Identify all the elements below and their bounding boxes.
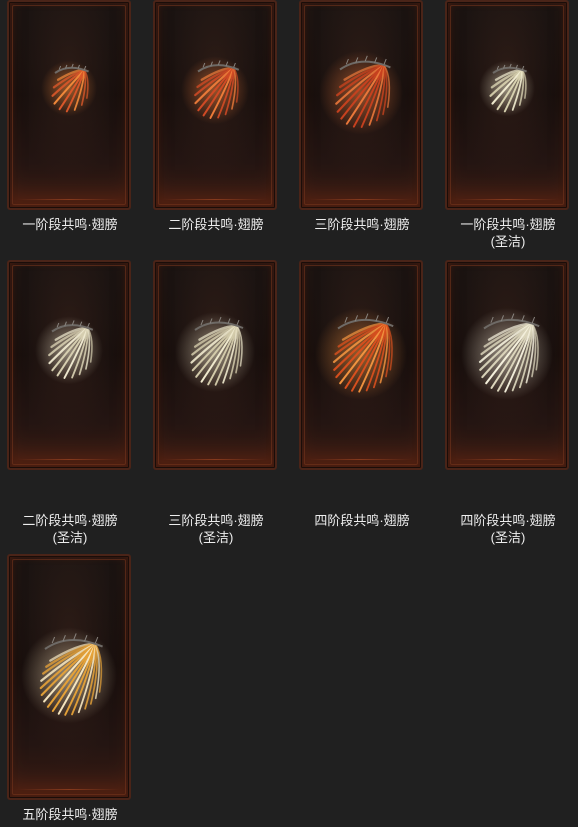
item-title: 一阶段共鸣·翅膀	[460, 217, 556, 232]
wing-card[interactable]	[7, 260, 131, 470]
item-title: 二阶段共鸣·翅膀	[168, 217, 264, 232]
item-subtitle: (圣洁)	[52, 530, 88, 545]
wing-card[interactable]	[7, 0, 131, 210]
wing-stage4-icon	[315, 307, 407, 400]
wing-stage4-holy-icon	[461, 307, 553, 400]
item-title: 五阶段共鸣·翅膀	[22, 807, 118, 822]
item-caption: 三阶段共鸣·翅膀 (圣洁)	[146, 512, 286, 546]
wing-stage5-icon	[21, 627, 117, 724]
wing-card[interactable]	[445, 260, 569, 470]
wing-card[interactable]	[153, 260, 277, 470]
wing-card[interactable]	[299, 0, 423, 210]
item-caption: 三阶段共鸣·翅膀	[292, 216, 432, 233]
wing-stage3-icon	[319, 50, 403, 135]
item-caption: 四阶段共鸣·翅膀 (圣洁)	[438, 512, 578, 546]
item-caption: 一阶段共鸣·翅膀	[0, 216, 140, 233]
wing-stage1-holy-icon	[479, 60, 535, 117]
item-title: 四阶段共鸣·翅膀	[314, 513, 410, 528]
item-title: 一阶段共鸣·翅膀	[22, 217, 118, 232]
item-caption: 五阶段共鸣·翅膀	[0, 806, 140, 823]
item-title: 二阶段共鸣·翅膀	[22, 513, 118, 528]
wing-stage1-icon	[41, 60, 97, 117]
item-caption: 二阶段共鸣·翅膀	[146, 216, 286, 233]
wing-stage2-holy-icon	[35, 316, 103, 385]
item-title: 三阶段共鸣·翅膀	[314, 217, 410, 232]
wing-card[interactable]	[445, 0, 569, 210]
wing-card[interactable]	[153, 0, 277, 210]
item-caption: 一阶段共鸣·翅膀 (圣洁)	[438, 216, 578, 250]
wing-stage3-holy-icon	[175, 312, 255, 392]
wing-stage2-icon	[181, 56, 249, 125]
item-title: 四阶段共鸣·翅膀	[460, 513, 556, 528]
item-title: 三阶段共鸣·翅膀	[168, 513, 264, 528]
wing-card[interactable]	[7, 554, 131, 800]
item-subtitle: (圣洁)	[490, 530, 526, 545]
item-subtitle: (圣洁)	[490, 234, 526, 249]
item-caption: 四阶段共鸣·翅膀	[292, 512, 432, 529]
item-caption: 二阶段共鸣·翅膀 (圣洁)	[0, 512, 140, 546]
item-subtitle: (圣洁)	[198, 530, 234, 545]
wing-card[interactable]	[299, 260, 423, 470]
